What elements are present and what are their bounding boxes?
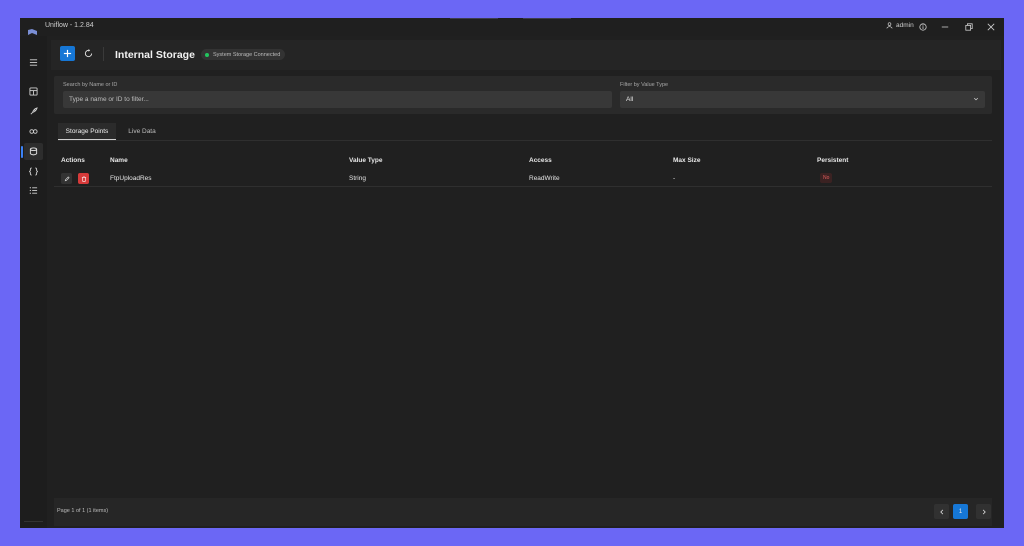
page-number: 1 (958, 508, 963, 515)
persistent-badge: No (820, 173, 833, 183)
app-logo-icon (28, 23, 37, 35)
sidebar-item-storage[interactable] (24, 143, 43, 160)
header-divider (103, 47, 104, 61)
sidebar (20, 36, 47, 528)
search-label: Search by Name or ID (63, 82, 118, 88)
page-button-current[interactable]: 1 (953, 504, 968, 519)
sidebar-item-logs[interactable] (24, 182, 43, 199)
pagination-bar: Page 1 of 1 (1 items) 1 (54, 498, 992, 526)
user-icon (886, 22, 893, 29)
search-placeholder: Type a name or ID to filter... (69, 96, 149, 103)
column-header-max-size[interactable]: Max Size (673, 157, 700, 164)
restore-button[interactable] (962, 20, 976, 34)
menu-icon (29, 59, 38, 66)
column-header-access[interactable]: Access (529, 157, 552, 164)
tab-label: Live Data (128, 128, 156, 135)
tab-label: Storage Points (65, 127, 109, 135)
code-braces-icon (29, 167, 38, 176)
column-header-name[interactable]: Name (110, 157, 128, 164)
tab-live-data[interactable]: Live Data (120, 123, 164, 140)
status-text: System Storage Connected (213, 51, 281, 58)
chevron-right-icon (982, 509, 986, 514)
page-title: Internal Storage (115, 49, 195, 61)
cell-value-type: String (349, 175, 366, 182)
title-bar[interactable]: Uniflow - 1.2.84 admin (20, 18, 1004, 36)
page-header: Internal Storage System Storage Connecte… (51, 40, 1001, 70)
title-accent-line (523, 18, 571, 19)
cell-access: ReadWrite (529, 175, 560, 182)
search-input[interactable]: Type a name or ID to filter... (63, 91, 612, 108)
tab-storage-points[interactable]: Storage Points (58, 123, 116, 140)
chevron-left-icon (939, 509, 943, 514)
app-title: Uniflow - 1.2.84 (45, 22, 94, 29)
user-name: admin (896, 22, 914, 29)
cell-max-size: - (673, 175, 676, 182)
sidebar-item-connections[interactable] (24, 123, 43, 140)
user-menu[interactable]: admin (886, 22, 914, 29)
type-filter-select[interactable]: All (620, 91, 985, 108)
refresh-button[interactable] (81, 46, 96, 61)
refresh-icon (84, 49, 93, 58)
sidebar-item-settings[interactable] (24, 525, 43, 528)
info-icon (919, 23, 927, 31)
sidebar-item-deploy[interactable] (24, 103, 43, 120)
sidebar-item-dashboard[interactable] (24, 83, 43, 100)
list-icon (29, 187, 38, 194)
plus-icon (63, 49, 72, 58)
column-header-actions: Actions (61, 157, 85, 164)
table-row[interactable]: FtpUploadRes String ReadWrite - No (54, 171, 992, 187)
column-header-persistent[interactable]: Persistent (817, 157, 848, 164)
minimize-button[interactable] (938, 20, 952, 34)
cell-name: FtpUploadRes (110, 175, 152, 182)
next-page-button[interactable] (976, 504, 991, 519)
type-filter-value: All (626, 96, 634, 103)
edit-button[interactable] (61, 173, 72, 184)
sidebar-item-scripts[interactable] (24, 163, 43, 180)
close-icon (987, 23, 995, 31)
pagination-info: Page 1 of 1 (1 items) (57, 508, 109, 514)
restore-icon (965, 23, 973, 31)
tab-bar: Storage Points Live Data (58, 123, 992, 141)
pencil-icon (64, 175, 70, 181)
app-window: Uniflow - 1.2.84 admin Internal Storage … (20, 18, 1004, 528)
delete-button[interactable] (78, 173, 89, 184)
type-filter-label: Filter by Value Type (620, 82, 669, 88)
database-icon (29, 147, 38, 156)
prev-page-button[interactable] (934, 504, 949, 519)
minimize-icon (941, 26, 949, 28)
info-button[interactable] (916, 20, 930, 34)
dashboard-icon (29, 87, 38, 96)
column-header-value-type[interactable]: Value Type (349, 157, 382, 164)
title-accent-line (450, 18, 498, 19)
rocket-icon (30, 107, 38, 115)
sidebar-active-marker (21, 146, 23, 158)
close-button[interactable] (984, 20, 998, 34)
chevron-down-icon (973, 97, 979, 101)
trash-icon (81, 175, 86, 182)
status-dot-icon (205, 52, 209, 57)
sidebar-menu-toggle[interactable] (24, 54, 43, 71)
connections-icon (29, 129, 38, 134)
filter-panel: Search by Name or ID Type a name or ID t… (54, 76, 992, 114)
status-badge: System Storage Connected (201, 49, 286, 60)
add-storage-point-button[interactable] (60, 46, 75, 61)
sidebar-divider (24, 521, 43, 522)
